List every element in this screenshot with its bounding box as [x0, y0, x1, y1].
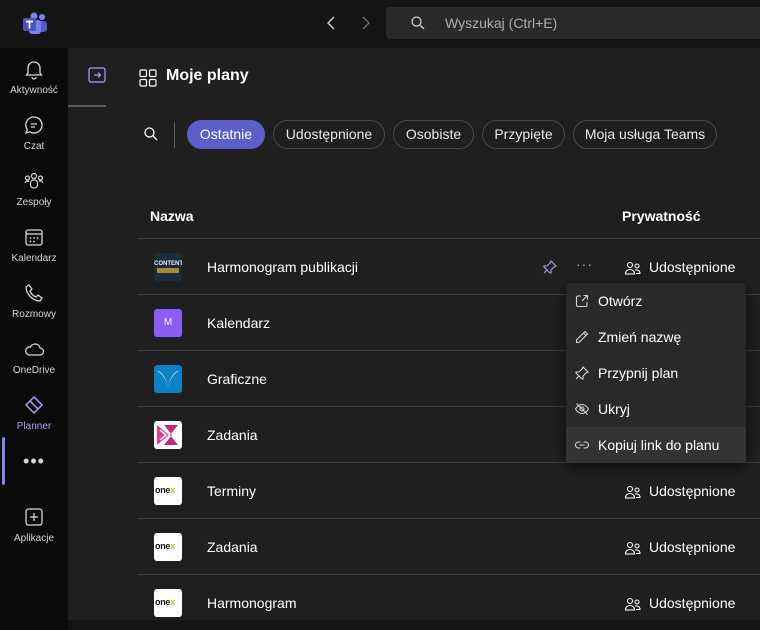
menu-item-label: Otwórz [598, 293, 643, 309]
page-title: Moje plany [166, 67, 249, 84]
table-row[interactable]: onex Zadania Udostępnione [138, 519, 760, 575]
rail-item-calendar[interactable]: Kalendarz [0, 218, 68, 274]
panel-tab-underline [68, 105, 106, 107]
search-placeholder: Wyszukaj (Ctrl+E) [445, 15, 558, 31]
onex-logo: onex [155, 597, 175, 607]
plan-thumbnail: onex [154, 589, 182, 617]
menu-item-hide[interactable]: Ukryj [566, 391, 746, 427]
teams-icon [24, 172, 44, 189]
grid-icon [139, 69, 157, 87]
rail-label: Planner [16, 421, 52, 432]
rail-label: Aplikacje [13, 533, 55, 544]
plan-name: Graficzne [207, 371, 267, 387]
thumbnail-text: CONTENT [154, 261, 182, 267]
filter-pinned[interactable]: Przypięte [482, 120, 565, 149]
people-icon [624, 541, 641, 555]
plan-thumbnail: M [154, 309, 182, 337]
add-apps-icon [25, 508, 43, 526]
search-icon [411, 16, 425, 30]
forward-arrow-icon[interactable] [354, 12, 376, 34]
plan-name: Terminy [207, 483, 257, 499]
rail-label: Czat [23, 141, 45, 152]
rail-item-teams[interactable]: Zespoły [0, 162, 68, 218]
bell-icon [25, 61, 43, 80]
plan-thumbnail [154, 421, 182, 449]
menu-item-rename[interactable]: Zmień nazwę [566, 319, 746, 355]
calendar-icon [25, 229, 43, 246]
rail-item-activity[interactable]: Aktywność [0, 50, 68, 106]
side-panel [68, 48, 106, 620]
rail-label: Aktywność [10, 85, 58, 96]
teams-logo-icon[interactable] [22, 12, 48, 36]
context-menu: Otwórz Zmień nazwę Przypnij plan Ukryj K… [566, 283, 746, 463]
rail-item-calls[interactable]: Rozmowy [0, 274, 68, 330]
more-apps-button[interactable]: ••• [0, 451, 68, 472]
rail-label: Zespoły [16, 197, 52, 208]
plan-thumbnail: onex [154, 477, 182, 505]
menu-item-pin[interactable]: Przypnij plan [566, 355, 746, 391]
column-header-name[interactable]: Nazwa [150, 208, 194, 224]
menu-item-label: Przypnij plan [598, 365, 679, 381]
plan-thumbnail: onex [154, 533, 182, 561]
plan-name: Harmonogram [207, 595, 297, 611]
rail-label: Rozmowy [12, 309, 56, 320]
menu-item-label: Ukryj [598, 401, 630, 417]
plan-thumbnail: CONTENT [154, 253, 182, 281]
search-input[interactable]: Wyszukaj (Ctrl+E) [386, 7, 760, 39]
rail-item-apps[interactable]: Aplikacje [0, 498, 68, 554]
search-icon[interactable] [143, 126, 159, 142]
bottom-edge [68, 620, 760, 630]
eye-off-icon [574, 403, 590, 415]
privacy-label: Udostępnione [649, 595, 736, 611]
people-icon [624, 485, 641, 499]
onex-logo: onex [155, 485, 175, 495]
column-header-privacy[interactable]: Prywatność [622, 208, 701, 224]
rail-item-planner[interactable]: Planner [0, 386, 68, 442]
plan-name: Harmonogram publikacji [207, 259, 358, 275]
link-icon [575, 441, 589, 449]
filter-recent[interactable]: Ostatnie [187, 120, 265, 149]
expand-panel-icon[interactable] [88, 67, 106, 83]
people-icon [624, 261, 641, 275]
back-arrow-icon[interactable] [321, 12, 343, 34]
plan-name: Zadania [207, 539, 258, 555]
privacy-label: Udostępnione [649, 539, 736, 555]
menu-item-copy-link[interactable]: Kopiuj link do planu [566, 427, 746, 463]
menu-item-label: Zmień nazwę [598, 329, 682, 345]
chat-icon [24, 116, 43, 135]
rail-item-chat[interactable]: Czat [0, 106, 68, 162]
rail-label: OneDrive [12, 365, 56, 376]
onex-logo: onex [155, 541, 175, 551]
filter-my-teams[interactable]: Moja usługa Teams [573, 120, 717, 149]
open-external-icon [575, 294, 589, 308]
cloud-icon [25, 343, 45, 356]
filter-shared[interactable]: Udostępnione [273, 120, 385, 149]
table-row[interactable]: onex Terminy Udostępnione [138, 463, 760, 519]
menu-item-open[interactable]: Otwórz [566, 283, 746, 319]
filter-personal[interactable]: Osobiste [393, 120, 474, 149]
pin-icon [575, 366, 589, 380]
rail-item-onedrive[interactable]: OneDrive [0, 330, 68, 386]
title-bar: Wyszukaj (Ctrl+E) [0, 0, 760, 48]
menu-item-label: Kopiuj link do planu [598, 437, 720, 453]
app-rail: Aktywność Czat Zespoły Kalendarz Rozmowy… [0, 48, 68, 630]
phone-icon [25, 284, 43, 302]
plan-name: Kalendarz [207, 315, 271, 331]
privacy-label: Udostępnione [649, 259, 736, 275]
pin-icon[interactable] [542, 259, 558, 275]
privacy-label: Udostępnione [649, 483, 736, 499]
more-options-button[interactable]: ··· [576, 256, 593, 272]
plan-thumbnail [154, 365, 182, 393]
divider [174, 122, 175, 148]
planner-icon [24, 395, 44, 415]
plan-name: Zadania [207, 427, 258, 443]
pencil-icon [575, 330, 589, 344]
people-icon [624, 597, 641, 611]
rail-label: Kalendarz [11, 253, 57, 264]
